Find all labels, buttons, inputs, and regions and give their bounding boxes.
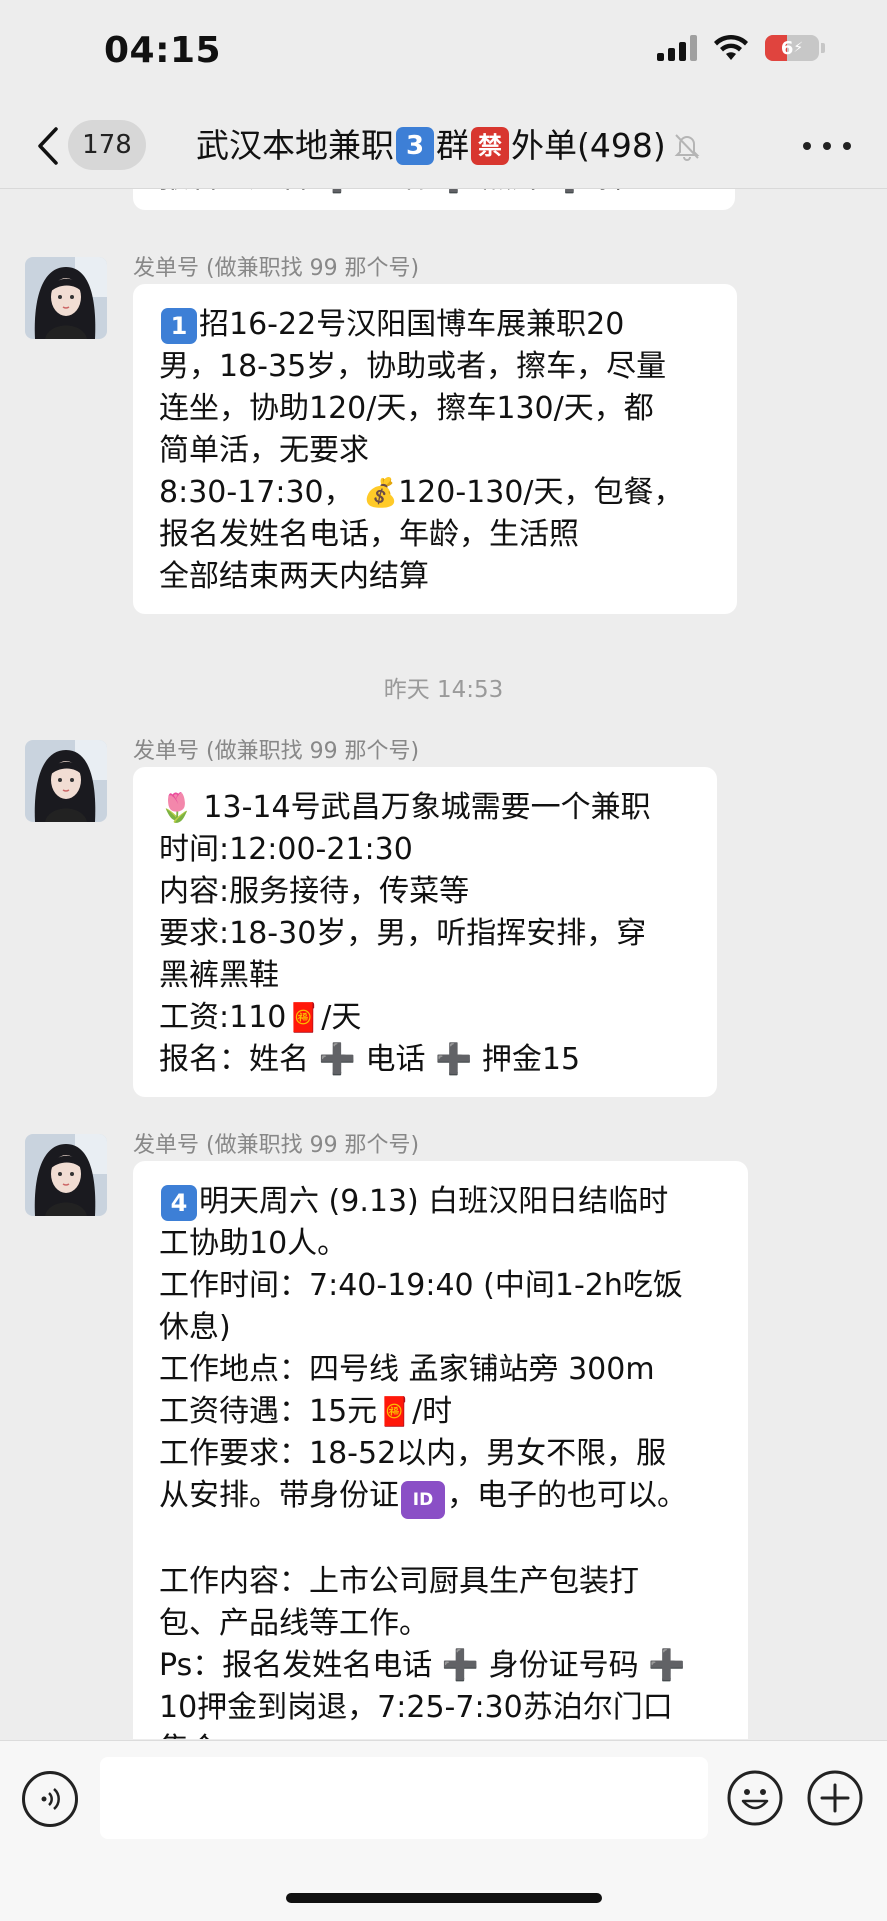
keycap-1-icon: 1 — [161, 308, 197, 344]
battery-icon: 6 ⚡ — [765, 35, 819, 61]
message-text: 内容:服务接待，传菜等 — [159, 874, 470, 909]
message-text: 工资:110 — [159, 1000, 287, 1035]
more-options-button[interactable] — [803, 128, 851, 164]
message-bubble[interactable]: 1 招16-22号汉阳国博车展兼职20 男，18-35岁，协助或者，擦车，尽量 连… — [133, 284, 737, 614]
message-line: Ps：报名发姓名电话 ➕ 身份证号码 ➕ — [159, 1645, 722, 1687]
message-text: 包、产品线等工作。 — [159, 1606, 429, 1641]
message-text: 集合 — [159, 1729, 722, 1739]
message-text: 13-14号武昌万象城需要一个兼职 — [203, 790, 651, 825]
message-line: 8:30-17:30， 💰120-130/天，包餐， — [159, 472, 711, 514]
message-text: 工资待遇：15元 — [159, 1394, 378, 1429]
message-text: 工协助10人。 — [159, 1226, 348, 1261]
message-text: 简单活，无要求 — [159, 433, 369, 468]
red-envelope-icon: 🧧 — [377, 1395, 413, 1428]
message-text: 黑裤黑鞋 — [159, 958, 279, 993]
status-time: 04:15 — [104, 30, 222, 71]
voice-wave-icon — [41, 1788, 60, 1810]
message-input[interactable] — [100, 1757, 708, 1839]
message-line-blank — [159, 1519, 722, 1561]
sender-name: 发单号 (做兼职找 99 那个号) — [133, 739, 420, 764]
message-text: 120-130/天，包餐， — [398, 475, 684, 510]
previous-message-text: 报名：姓名 ➕ 电话 ➕ 照片 ➕ 押金15 — [159, 189, 709, 199]
sender-name: 发单号 (做兼职找 99 那个号) — [133, 256, 420, 281]
message-text: 要求:18-30岁，男，听指挥安排，穿 — [159, 916, 647, 951]
message-text: 工作地点：四号线 孟家铺站旁 300m — [159, 1352, 655, 1387]
money-bag-icon: 💰 — [363, 476, 399, 509]
message-text: 从安排。带身份证 — [159, 1478, 399, 1513]
message-text: 工作时间：7:40-19:40 (中间1-2h吃饭 — [159, 1268, 683, 1303]
plus-emoji-icon: ➕ — [318, 1042, 356, 1077]
message-text: 8:30-17:30， — [159, 475, 354, 510]
previous-message-bubble[interactable]: 报名：姓名 ➕ 电话 ➕ 照片 ➕ 押金15 — [133, 189, 735, 210]
title-text-member-count: 外单(498) — [511, 126, 666, 165]
smiley-icon — [727, 1770, 783, 1826]
avatar[interactable] — [25, 740, 107, 822]
keycap-4-icon: 4 — [161, 1185, 197, 1221]
message-text: 工作内容：上市公司厨具生产包装打 — [159, 1564, 639, 1599]
chat-title: 武汉本地兼职 3 群 禁 外单(498) — [196, 124, 702, 168]
unread-count-badge[interactable]: 178 — [68, 120, 146, 170]
timestamp: 昨天 14:53 — [383, 677, 504, 703]
message-line: 从安排。带身份证 ID ，电子的也可以。 — [159, 1475, 722, 1519]
chevron-left-icon — [38, 127, 58, 165]
message-text: Ps：报名发姓名电话 — [159, 1648, 433, 1683]
mute-bell-icon — [674, 134, 700, 161]
plus-emoji-icon: ➕ — [648, 1648, 686, 1683]
message-line: 🌷 13-14号武昌万象城需要一个兼职 — [159, 787, 691, 829]
title-text: 武汉本地兼职 — [196, 126, 394, 165]
message-line: 报名：姓名 ➕ 电话 ➕ 押金15 — [159, 1039, 691, 1081]
message-text: 时间:12:00-21:30 — [159, 832, 413, 867]
keycap-3-icon: 3 — [396, 127, 434, 165]
message-line: 4 明天周六 (9.13) 白班汉阳日结临时 — [159, 1181, 722, 1223]
message-text: 身份证号码 — [488, 1648, 639, 1683]
message-text: 招16-22号汉阳国博车展兼职20 — [199, 307, 625, 342]
prohibited-sign-icon: 禁 — [471, 127, 509, 165]
battery-level: 6 — [780, 37, 794, 59]
id-button-icon: ID — [401, 1481, 445, 1519]
avatar[interactable] — [25, 1134, 107, 1216]
plus-emoji-icon: ➕ — [435, 1042, 473, 1077]
avatar[interactable] — [25, 257, 107, 339]
message-line: 工资待遇：15元🧧/时 — [159, 1391, 722, 1433]
message-text: /天 — [321, 1000, 362, 1035]
message-text: 电话 — [365, 1042, 426, 1077]
message-text: 全部结束两天内结算 — [159, 559, 429, 594]
message-text: 10押金到岗退，7:25-7:30苏泊尔门口 — [159, 1690, 673, 1725]
tulip-icon: 🌷 — [159, 791, 194, 824]
cellular-signal-icon — [657, 35, 697, 61]
message-text: 押金15 — [481, 1042, 581, 1077]
emoji-button[interactable] — [726, 1769, 784, 1827]
message-bubble[interactable]: 4 明天周六 (9.13) 白班汉阳日结临时 工协助10人。 工作时间：7:40-… — [133, 1161, 748, 1739]
message-text: 明天周六 (9.13) 白班汉阳日结临时 — [199, 1184, 669, 1219]
message-text: /时 — [412, 1394, 453, 1429]
message-text: 工作要求：18-52以内，男女不限，服 — [159, 1436, 667, 1471]
plus-circle-icon — [807, 1770, 863, 1826]
back-button[interactable] — [28, 120, 68, 172]
voice-input-button[interactable] — [22, 1771, 78, 1827]
chat-message-list[interactable]: 报名：姓名 ➕ 电话 ➕ 照片 ➕ 押金15 发单号 (做兼职找 99 那个号)… — [0, 189, 887, 1739]
message-text: 报名发姓名电话，年龄，生活照 — [159, 517, 579, 552]
sender-name: 发单号 (做兼职找 99 那个号) — [133, 1133, 420, 1158]
battery-cap — [821, 43, 825, 53]
home-indicator[interactable] — [286, 1893, 602, 1903]
message-text: 男，18-35岁，协助或者，擦车，尽量 — [159, 349, 667, 384]
message-text: 休息) — [159, 1310, 231, 1345]
message-line: 1 招16-22号汉阳国博车展兼职20 — [159, 304, 711, 346]
title-text-group: 群 — [436, 126, 469, 165]
more-functions-button[interactable] — [806, 1769, 864, 1827]
message-bubble[interactable]: 🌷 13-14号武昌万象城需要一个兼职 时间:12:00-21:30 内容:服务… — [133, 767, 717, 1097]
status-icons: 6 ⚡ — [657, 34, 825, 62]
message-line: 工资:110🧧/天 — [159, 997, 691, 1039]
message-text: 报名：姓名 — [159, 1042, 309, 1077]
red-envelope-icon: 🧧 — [286, 1001, 322, 1034]
plus-emoji-icon: ➕ — [441, 1648, 480, 1683]
status-bar: 04:15 6 ⚡ — [0, 0, 887, 104]
wifi-icon — [714, 34, 748, 60]
chat-header: 178 武汉本地兼职 3 群 禁 外单(498) — [0, 104, 887, 189]
message-text: ，电子的也可以。 — [447, 1478, 687, 1513]
message-text: 连坐，协助120/天，擦车130/天，都 — [159, 391, 654, 426]
